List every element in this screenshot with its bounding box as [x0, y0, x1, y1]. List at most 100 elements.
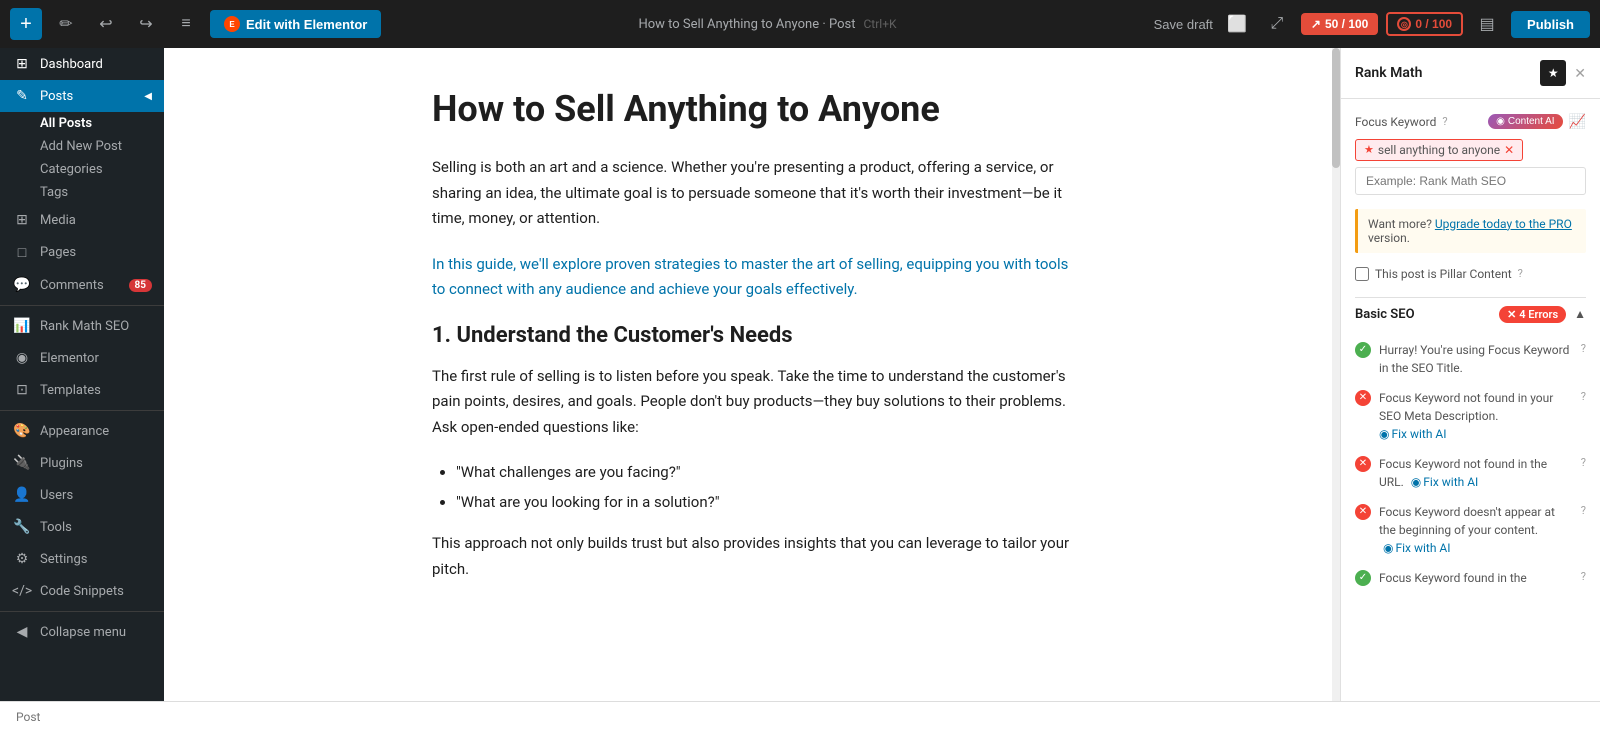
- focus-keyword-help-icon[interactable]: ?: [1442, 115, 1447, 128]
- content-ai-button[interactable]: ◉ Content AI: [1488, 114, 1562, 129]
- sidebar-item-users[interactable]: 👤 Users: [0, 479, 164, 511]
- fix-ai-link-3[interactable]: ◉ Fix with AI: [1411, 473, 1479, 491]
- sidebar-item-media[interactable]: ⊞ Media: [0, 204, 164, 236]
- scrollbar-track[interactable]: [1332, 48, 1340, 701]
- comments-icon: 💬: [12, 277, 32, 293]
- scrollbar-thumb[interactable]: [1332, 48, 1340, 168]
- list-item-2[interactable]: "What are you looking for in a solution?…: [456, 490, 1072, 516]
- editor-paragraph-3[interactable]: The first rule of selling is to listen b…: [432, 364, 1072, 441]
- sidebar-item-label: Users: [40, 488, 73, 503]
- check-2-help-icon[interactable]: ?: [1581, 389, 1586, 406]
- upgrade-link[interactable]: Upgrade today to the PRO: [1435, 217, 1572, 231]
- sidebar-item-label: Templates: [40, 383, 101, 398]
- error-count-label: 4 Errors: [1519, 308, 1558, 321]
- add-button[interactable]: +: [10, 8, 42, 40]
- check-1-help-icon[interactable]: ?: [1581, 341, 1586, 358]
- save-draft-button[interactable]: Save draft: [1154, 17, 1213, 32]
- sidebar-item-dashboard[interactable]: ⊞ Dashboard: [0, 48, 164, 80]
- check-3-help-icon[interactable]: ?: [1581, 455, 1586, 472]
- sidebar-item-elementor[interactable]: ◉ Elementor: [0, 342, 164, 374]
- upgrade-suffix: version.: [1368, 231, 1410, 245]
- pen-icon[interactable]: ✏: [50, 8, 82, 40]
- check-icon-5: ✓: [1355, 570, 1371, 586]
- editor-content: How to Sell Anything to Anyone Selling i…: [372, 48, 1132, 642]
- sidebar-item-posts[interactable]: ✎ Posts ◀: [0, 80, 164, 112]
- post-title-text: How to Sell Anything to Anyone · Post: [638, 17, 855, 32]
- edit-elementor-button[interactable]: E Edit with Elementor: [210, 10, 381, 38]
- editor-paragraph-2[interactable]: In this guide, we'll explore proven stra…: [432, 252, 1072, 303]
- trend-button[interactable]: 📈: [1569, 113, 1586, 130]
- sidebar: ⊞ Dashboard ✎ Posts ◀ All Posts Add New …: [0, 48, 164, 701]
- content-ai-label: Content AI: [1508, 116, 1555, 127]
- fix-ai-icon-4: ◉: [1383, 539, 1393, 557]
- post-title[interactable]: How to Sell Anything to Anyone: [432, 88, 1072, 131]
- sidebar-item-comments[interactable]: 💬 Comments 85: [0, 269, 164, 301]
- posts-icon: ✎: [12, 88, 32, 104]
- sidebar-item-label: Appearance: [40, 424, 109, 439]
- sidebar-toggle-button[interactable]: ▤: [1471, 8, 1503, 40]
- pillar-help-icon[interactable]: ?: [1518, 267, 1523, 280]
- editor-paragraph-4[interactable]: This approach not only builds trust but …: [432, 531, 1072, 582]
- check-text-4: Focus Keyword doesn't appear at the begi…: [1379, 503, 1573, 557]
- comments-badge: 85: [129, 279, 152, 292]
- arrow-icon: ◀: [144, 91, 152, 102]
- sidebar-item-plugins[interactable]: 🔌 Plugins: [0, 447, 164, 479]
- sidebar-item-settings[interactable]: ⚙ Settings: [0, 543, 164, 575]
- list-view-button[interactable]: ≡: [170, 8, 202, 40]
- sidebar-item-label: Posts: [40, 89, 73, 104]
- redo-button[interactable]: ↪: [130, 8, 162, 40]
- sidebar-item-appearance[interactable]: 🎨 Appearance: [0, 415, 164, 447]
- media-icon: ⊞: [12, 212, 32, 228]
- check-5-help-icon[interactable]: ?: [1581, 569, 1586, 586]
- sidebar-item-label: Elementor: [40, 351, 99, 366]
- check-text-3: Focus Keyword not found in the URL. ◉ Fi…: [1379, 455, 1573, 491]
- sidebar-item-templates[interactable]: ⊡ Templates: [0, 374, 164, 406]
- fix-ai-icon-3: ◉: [1411, 473, 1421, 491]
- preview-button[interactable]: ⬜: [1221, 8, 1253, 40]
- toolbar-right: Save draft ⬜ ⤢ ↗ 50 / 100 ◎ 0 / 100 ▤ Pu…: [1154, 8, 1590, 40]
- basic-seo-header[interactable]: Basic SEO ✕ 4 Errors ▲: [1355, 297, 1586, 331]
- editor-paragraph-1[interactable]: Selling is both an art and a science. Wh…: [432, 155, 1072, 232]
- sidebar-sub-categories[interactable]: Categories: [0, 158, 164, 181]
- sidebar-sub-tags[interactable]: Tags: [0, 181, 164, 204]
- sidebar-sub-all-posts[interactable]: All Posts: [0, 112, 164, 135]
- rank-math-close-button[interactable]: ✕: [1574, 65, 1586, 82]
- seo-check-2: ✕ Focus Keyword not found in your SEO Me…: [1355, 389, 1586, 443]
- list-item-1[interactable]: "What challenges are you facing?": [456, 460, 1072, 486]
- content-ai-icon: ◉: [1496, 116, 1505, 127]
- sidebar-item-label: Rank Math SEO: [40, 319, 129, 334]
- sidebar-item-collapse[interactable]: ◀ Collapse menu: [0, 616, 164, 648]
- bottom-bar: Post: [0, 701, 1600, 731]
- sidebar-item-label: Pages: [40, 245, 76, 260]
- code-snippets-icon: </>: [12, 583, 32, 599]
- top-toolbar: + ✏ ↩ ↪ ≡ E Edit with Elementor How to S…: [0, 0, 1600, 48]
- sidebar-sub-add-new[interactable]: Add New Post: [0, 135, 164, 158]
- keyword-tag-remove-button[interactable]: ✕: [1504, 143, 1514, 157]
- readability-score-badge[interactable]: ◎ 0 / 100: [1386, 12, 1463, 36]
- keyword-input[interactable]: [1355, 167, 1586, 195]
- publish-button[interactable]: Publish: [1511, 11, 1590, 38]
- fix-ai-link-2[interactable]: ◉ Fix with AI: [1379, 425, 1447, 443]
- focus-keyword-label: Focus Keyword: [1355, 115, 1436, 129]
- undo-button[interactable]: ↩: [90, 8, 122, 40]
- editor-area: How to Sell Anything to Anyone Selling i…: [164, 48, 1340, 701]
- editor-heading-1[interactable]: 1. Understand the Customer's Needs: [432, 323, 1072, 348]
- pillar-content-row: This post is Pillar Content ?: [1355, 267, 1586, 281]
- pillar-content-checkbox[interactable]: [1355, 267, 1369, 281]
- plugins-icon: 🔌: [12, 455, 32, 471]
- fullscreen-button[interactable]: ⤢: [1261, 8, 1293, 40]
- sidebar-item-label: Dashboard: [40, 57, 103, 72]
- sidebar-item-pages[interactable]: □ Pages: [0, 236, 164, 269]
- main-layout: ⊞ Dashboard ✎ Posts ◀ All Posts Add New …: [0, 48, 1600, 701]
- sidebar-item-tools[interactable]: 🔧 Tools: [0, 511, 164, 543]
- fix-ai-link-4[interactable]: ◉ Fix with AI: [1383, 539, 1451, 557]
- elementor-sidebar-icon: ◉: [12, 350, 32, 366]
- sidebar-item-code-snippets[interactable]: </> Code Snippets: [0, 575, 164, 607]
- editor-list: "What challenges are you facing?" "What …: [456, 460, 1072, 515]
- sidebar-item-rank-math[interactable]: 📊 Rank Math SEO: [0, 310, 164, 342]
- seo-score-badge[interactable]: ↗ 50 / 100: [1301, 13, 1378, 35]
- pillar-content-label: This post is Pillar Content: [1375, 267, 1512, 281]
- check-4-help-icon[interactable]: ?: [1581, 503, 1586, 520]
- edit-elementor-label: Edit with Elementor: [246, 17, 367, 32]
- basic-seo-collapse-button[interactable]: ▲: [1574, 307, 1586, 321]
